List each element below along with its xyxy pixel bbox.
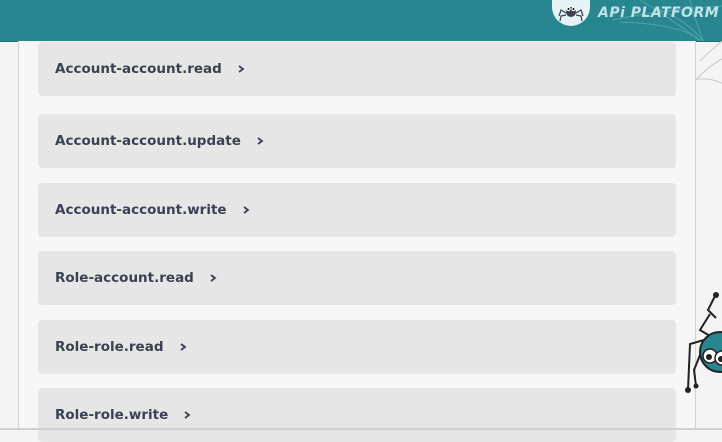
- chevron-right-icon: [243, 206, 250, 214]
- spider-logo-icon: [552, 0, 590, 26]
- chevron-right-icon: [257, 137, 264, 145]
- model-role-account-read[interactable]: Role-account.read: [38, 251, 676, 305]
- models-section: Account-account.read Account-account.upd…: [18, 41, 696, 442]
- model-account-account-read[interactable]: Account-account.read: [38, 42, 676, 96]
- model-name: Account-account.update: [55, 133, 241, 149]
- model-account-account-write[interactable]: Account-account.write: [38, 183, 676, 237]
- model-account-account-update[interactable]: Account-account.update: [38, 114, 676, 168]
- model-name: Account-account.read: [55, 61, 222, 77]
- model-role-role-write[interactable]: Role-role.write: [38, 388, 676, 442]
- model-role-role-read[interactable]: Role-role.read: [38, 320, 676, 374]
- chevron-right-icon: [184, 411, 191, 419]
- top-header-bar: APi PLATFORM: [0, 0, 722, 42]
- model-name: Account-account.write: [55, 202, 227, 218]
- model-name: Role-account.read: [55, 270, 194, 286]
- spider-mascot-icon: [685, 292, 722, 393]
- model-name: Role-role.write: [55, 407, 169, 423]
- chevron-right-icon: [210, 274, 217, 282]
- chevron-right-icon: [238, 65, 245, 73]
- chevron-right-icon: [179, 343, 186, 351]
- api-platform-logo[interactable]: APi PLATFORM: [552, 0, 719, 26]
- logo-text: APi PLATFORM: [598, 5, 720, 21]
- model-name: Role-role.read: [55, 339, 164, 355]
